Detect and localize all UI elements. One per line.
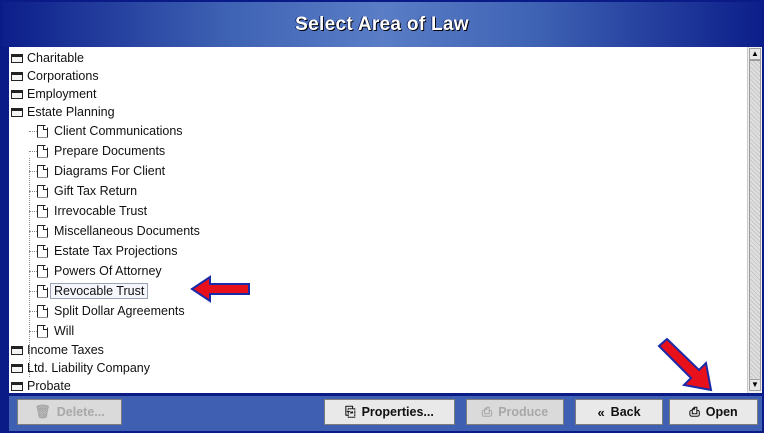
tree-item-label: Prepare Documents [54, 144, 166, 158]
tree-item-powers-of-attorney[interactable]: Powers Of Attorney [37, 261, 162, 281]
document-icon [37, 124, 48, 138]
tree-item-label: Powers Of Attorney [54, 264, 162, 278]
tree-item-ltd-liability-company[interactable]: Ltd. Liability Company [11, 358, 150, 378]
tree-connector [29, 171, 37, 172]
tree-item-revocable-trust[interactable]: Revocable Trust [37, 281, 149, 301]
tree-item-miscellaneous-documents[interactable]: Miscellaneous Documents [37, 221, 200, 241]
dialog-title: Select Area of Law [295, 13, 469, 35]
double-chevron-left-icon: « [597, 404, 605, 420]
back-button[interactable]: « Back [575, 399, 663, 425]
document-icon [37, 224, 48, 238]
tree-item-label: Split Dollar Agreements [54, 304, 185, 318]
tree-connector [29, 311, 37, 312]
tree-item-label: Corporations [27, 69, 99, 83]
tree-item-income-taxes[interactable]: Income Taxes [11, 340, 104, 360]
tree-item-employment[interactable]: Employment [11, 84, 96, 104]
tree-connector [29, 131, 37, 132]
scroll-thumb[interactable] [749, 60, 761, 382]
tree-item-label: Estate Planning [27, 105, 115, 119]
trash-icon: 🗑 [34, 404, 51, 419]
folder-icon [11, 381, 23, 391]
printer-icon: ⎙ [481, 404, 493, 419]
annotation-arrow-down-right-icon [657, 338, 713, 392]
tree-item-probate[interactable]: Probate [11, 376, 71, 393]
tree-connector [29, 251, 37, 252]
open-button[interactable]: ⎙ Open [669, 399, 758, 425]
button-bar: 🗑 Delete... ⎘ Properties... ⎙ Produce « … [9, 396, 762, 431]
tree-connector [29, 151, 37, 152]
tree-scrollbar[interactable]: ▲ ▼ [747, 47, 762, 393]
document-icon [37, 184, 48, 198]
folder-icon [11, 345, 23, 355]
tree-item-will[interactable]: Will [37, 321, 74, 341]
tree-connector [29, 271, 37, 272]
scroll-up-button[interactable]: ▲ [749, 48, 761, 60]
folder-icon [11, 53, 23, 63]
folder-icon [11, 71, 23, 81]
tree-item-client-communications[interactable]: Client Communications [37, 121, 183, 141]
tree-item-label: Employment [27, 87, 97, 101]
document-icon [37, 244, 48, 258]
document-icon [37, 204, 48, 218]
properties-button[interactable]: ⎘ Properties... [324, 399, 455, 425]
tree-item-label: Charitable [27, 51, 84, 65]
tree-item-label: Irrevocable Trust [54, 204, 148, 218]
tree-item-charitable[interactable]: Charitable [11, 48, 84, 68]
tree-connector [29, 191, 37, 192]
tree-item-label: Client Communications [54, 124, 183, 138]
tree-connector [29, 211, 37, 212]
tree-item-split-dollar-agreements[interactable]: Split Dollar Agreements [37, 301, 185, 321]
document-icon [37, 264, 48, 278]
tree-connector [29, 331, 37, 332]
document-icon [37, 304, 48, 318]
folder-icon [11, 89, 23, 99]
tree-item-label: Ltd. Liability Company [27, 361, 150, 375]
dialog-title-bar: Select Area of Law [2, 2, 762, 47]
tree-item-label-selected: Revocable Trust [50, 283, 149, 299]
tree-item-estate-planning[interactable]: Estate Planning [11, 102, 115, 122]
properties-button-label: Properties... [361, 405, 434, 419]
area-of-law-tree[interactable]: Charitable Corporations Employment Estat… [9, 47, 747, 393]
open-button-label: Open [705, 405, 738, 419]
folder-icon [11, 363, 23, 373]
open-icon: ⎙ [689, 404, 700, 419]
delete-button-label: Delete... [56, 405, 105, 419]
open-folder-icon [11, 107, 23, 117]
delete-button[interactable]: 🗑 Delete... [17, 399, 122, 425]
tree-item-label: Probate [27, 379, 71, 393]
tree-item-prepare-documents[interactable]: Prepare Documents [37, 141, 165, 161]
tree-item-label: Miscellaneous Documents [54, 224, 200, 238]
tree-item-label: Gift Tax Return [54, 184, 138, 198]
tree-connector [29, 231, 37, 232]
document-icon [37, 144, 48, 158]
produce-button[interactable]: ⎙ Produce [466, 399, 564, 425]
tree-item-gift-tax-return[interactable]: Gift Tax Return [37, 181, 137, 201]
tree-item-corporations[interactable]: Corporations [11, 66, 99, 86]
tree-connector [29, 291, 37, 292]
tree-item-label: Diagrams For Client [54, 164, 166, 178]
scroll-down-button[interactable]: ▼ [749, 379, 761, 391]
tree-item-diagrams-for-client[interactable]: Diagrams For Client [37, 161, 165, 181]
document-icon [37, 284, 48, 298]
annotation-arrow-left-icon [190, 275, 250, 303]
document-icon [37, 164, 48, 178]
tree-item-irrevocable-trust[interactable]: Irrevocable Trust [37, 201, 147, 221]
tree-item-label: Estate Tax Projections [54, 244, 178, 258]
properties-icon: ⎘ [345, 404, 356, 419]
produce-button-label: Produce [498, 405, 549, 419]
tree-item-estate-tax-projections[interactable]: Estate Tax Projections [37, 241, 177, 261]
document-icon [37, 324, 48, 338]
back-button-label: Back [610, 405, 641, 419]
tree-item-label: Will [54, 324, 75, 338]
tree-item-label: Income Taxes [27, 343, 104, 357]
